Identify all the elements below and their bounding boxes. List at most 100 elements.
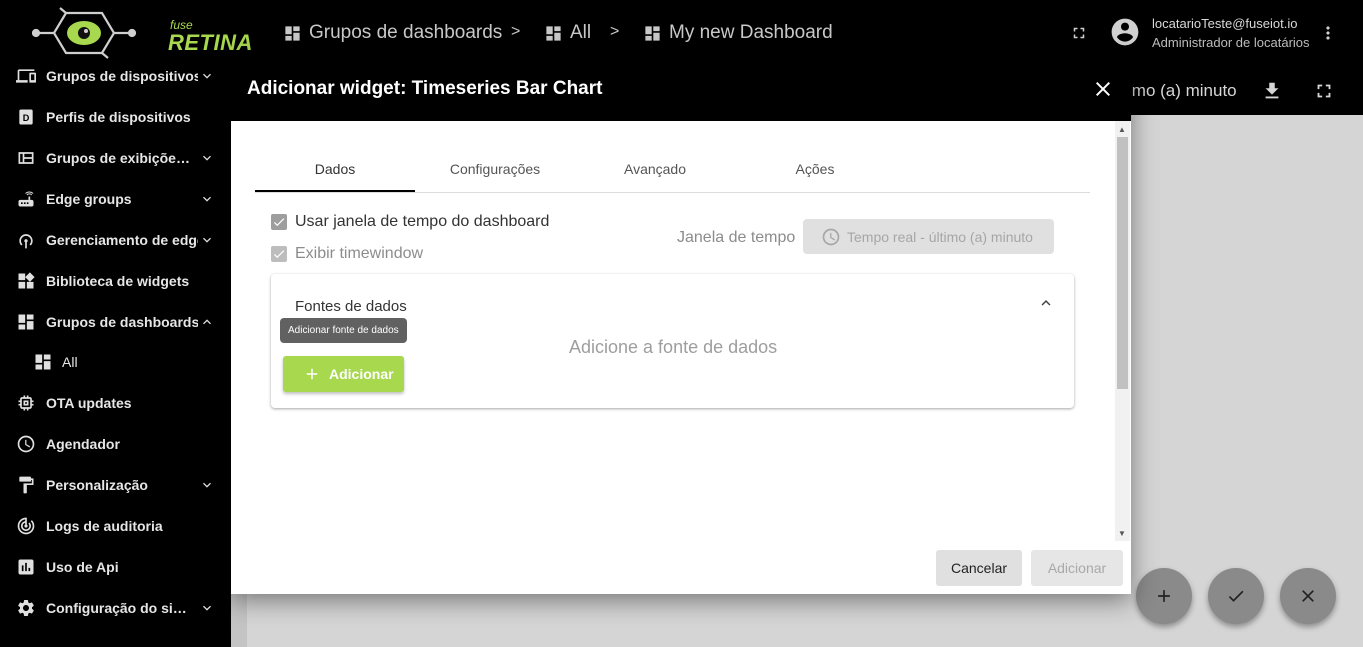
discard-changes-fab[interactable] bbox=[1280, 568, 1336, 624]
use-dashboard-timewindow-checkbox[interactable] bbox=[271, 214, 287, 230]
datasources-title: Fontes de dados bbox=[295, 298, 407, 315]
chevron-down-icon bbox=[203, 155, 211, 161]
wifi-tethering-icon bbox=[19, 234, 33, 249]
chevron-up-icon bbox=[203, 319, 211, 325]
user-role: Administrador de locatários bbox=[1152, 35, 1310, 50]
breadcrumb-label: All bbox=[570, 22, 592, 43]
dashboard-icon bbox=[546, 25, 561, 41]
device-profile-icon: D bbox=[19, 109, 33, 125]
breadcrumb-label: Grupos de dashboards bbox=[309, 22, 503, 43]
dialog-header: Adicionar widget: Timeseries Bar Chart bbox=[231, 57, 1131, 121]
dialog-tabs: Dados Configurações Avançado Ações bbox=[255, 153, 1090, 193]
timewindow-button[interactable]: Tempo real - último (a) minuto bbox=[803, 219, 1054, 254]
app-logo[interactable]: fuse RETINA bbox=[31, 6, 252, 60]
sidebar-item-scheduler[interactable]: Agendador bbox=[0, 427, 231, 461]
sidebar-item-customization[interactable]: Personalização bbox=[0, 468, 231, 502]
sidebar-item-edge-groups[interactable]: Edge groups bbox=[0, 182, 231, 216]
add-datasource-button[interactable]: Adicionar bbox=[283, 356, 404, 392]
sidebar-item-all-dashboards[interactable]: All bbox=[0, 345, 231, 379]
check-icon bbox=[273, 250, 285, 259]
tab-actions[interactable]: Ações bbox=[735, 153, 895, 192]
sidebar-item-label: Configuração do sistema bbox=[46, 600, 194, 616]
user-email: locatarioTeste@fuseiot.io bbox=[1152, 16, 1298, 31]
sidebar-item-api-usage[interactable]: Uso de Api bbox=[0, 550, 231, 584]
add-widget-button[interactable]: Adicionar bbox=[1031, 550, 1123, 586]
sidebar-item-label: All bbox=[62, 354, 78, 370]
sidebar-item-widgets-library[interactable]: Biblioteca de widgets bbox=[0, 264, 231, 298]
sidebar-item-entity-view-groups[interactable]: Grupos de exibições de entidade bbox=[0, 141, 231, 175]
more-vert-icon[interactable] bbox=[1318, 22, 1338, 44]
add-datasource-tooltip: Adicionar fonte de dados bbox=[280, 318, 407, 343]
entity-view-icon bbox=[18, 152, 34, 164]
fullscreen-icon[interactable] bbox=[1313, 80, 1335, 102]
tab-settings[interactable]: Configurações bbox=[415, 153, 575, 192]
download-icon[interactable] bbox=[1261, 80, 1283, 102]
chevron-up-icon[interactable] bbox=[1037, 294, 1055, 312]
close-icon[interactable] bbox=[1091, 77, 1115, 101]
dialog-scrollbar-thumb[interactable] bbox=[1117, 137, 1128, 389]
apply-changes-fab[interactable] bbox=[1208, 568, 1264, 624]
router-icon bbox=[18, 191, 34, 207]
add-widget-dialog: Adicionar widget: Timeseries Bar Chart ▲… bbox=[231, 57, 1131, 594]
sidebar-item-label: Grupos de exibições de entidade bbox=[46, 150, 194, 166]
logo-retina-text: RETINA bbox=[168, 30, 253, 55]
check-icon bbox=[1228, 590, 1244, 602]
scroll-up-icon[interactable]: ▲ bbox=[1118, 125, 1126, 134]
chevron-down-icon bbox=[203, 605, 211, 611]
sidebar-item-label: Uso de Api bbox=[46, 559, 119, 575]
dashboard-icon bbox=[35, 354, 51, 370]
dashboard-scrollbar[interactable] bbox=[231, 594, 247, 647]
clock-icon bbox=[822, 228, 840, 245]
close-icon bbox=[1302, 590, 1314, 602]
breadcrumb-all[interactable]: All bbox=[544, 22, 591, 44]
sidebar-item-label: Grupos de dashboards bbox=[46, 314, 198, 330]
tab-advanced[interactable]: Avançado bbox=[575, 153, 735, 192]
insert-chart-icon bbox=[18, 559, 34, 575]
datasources-empty-text: Adicione a fonte de dados bbox=[569, 337, 778, 357]
timewindow-value: Tempo real - último (a) minuto bbox=[847, 228, 1033, 245]
dashboard-icon bbox=[645, 25, 660, 41]
display-timewindow-checkbox[interactable] bbox=[271, 246, 287, 262]
plus-icon bbox=[1158, 590, 1170, 602]
fullscreen-icon[interactable] bbox=[1070, 24, 1088, 42]
sidebar-item-ota-updates[interactable]: OTA updates bbox=[0, 386, 231, 420]
devices-icon bbox=[16, 69, 36, 83]
sidebar-item-system-settings[interactable]: Configuração do sistema bbox=[0, 591, 231, 625]
chevron-down-icon bbox=[203, 482, 211, 488]
active-tab-indicator bbox=[255, 190, 415, 192]
chevron-down-icon bbox=[203, 73, 211, 79]
sidebar-item-label: OTA updates bbox=[46, 395, 132, 411]
display-timewindow-label: Exibir timewindow bbox=[295, 245, 424, 262]
memory-icon bbox=[18, 395, 34, 411]
sidebar-item-label: Agendador bbox=[46, 436, 120, 452]
tab-data[interactable]: Dados bbox=[255, 153, 415, 192]
logo-mark-icon bbox=[31, 7, 137, 59]
sidebar-item-label: Personalização bbox=[46, 477, 148, 493]
sidebar-item-device-profiles[interactable]: D Perfis de dispositivos bbox=[0, 100, 231, 134]
sidebar-item-device-groups[interactable]: Grupos de dispositivos bbox=[0, 59, 231, 93]
breadcrumb-dashboard-groups[interactable]: Grupos de dashboards bbox=[283, 22, 502, 44]
cancel-button[interactable]: Cancelar bbox=[936, 550, 1022, 586]
sidebar-item-edge-management[interactable]: Gerenciamento de edge bbox=[0, 223, 231, 257]
breadcrumb-label: My new Dashboard bbox=[669, 22, 833, 43]
dashboard-icon bbox=[18, 314, 34, 330]
sidebar-item-label: Perfis de dispositivos bbox=[46, 109, 191, 125]
sidebar-item-dashboard-groups[interactable]: Grupos de dashboards bbox=[0, 305, 231, 339]
datasources-panel: Fontes de dados Adicionar fonte de dados… bbox=[271, 274, 1074, 408]
breadcrumb-separator: > bbox=[610, 23, 620, 40]
breadcrumb-current-dashboard[interactable]: My new Dashboard bbox=[643, 22, 833, 44]
dashboard-timewindow[interactable]: imo (a) minuto bbox=[1128, 81, 1237, 101]
sidebar-item-audit-logs[interactable]: Logs de auditoria bbox=[0, 509, 231, 543]
settings-icon bbox=[18, 600, 34, 616]
breadcrumb-separator: > bbox=[511, 23, 521, 40]
avatar-icon[interactable] bbox=[1109, 16, 1141, 48]
add-datasource-label: Adicionar bbox=[329, 366, 394, 382]
format-paint-icon bbox=[19, 476, 34, 494]
check-icon bbox=[273, 218, 285, 227]
sidebar: Grupos de dispositivos D Perfis de dispo… bbox=[0, 66, 231, 647]
add-widget-fab[interactable] bbox=[1136, 568, 1192, 624]
schedule-icon bbox=[17, 435, 35, 453]
chevron-down-icon bbox=[203, 237, 211, 243]
scroll-down-icon[interactable]: ▼ bbox=[1118, 529, 1126, 538]
sidebar-item-label: Logs de auditoria bbox=[46, 518, 163, 534]
